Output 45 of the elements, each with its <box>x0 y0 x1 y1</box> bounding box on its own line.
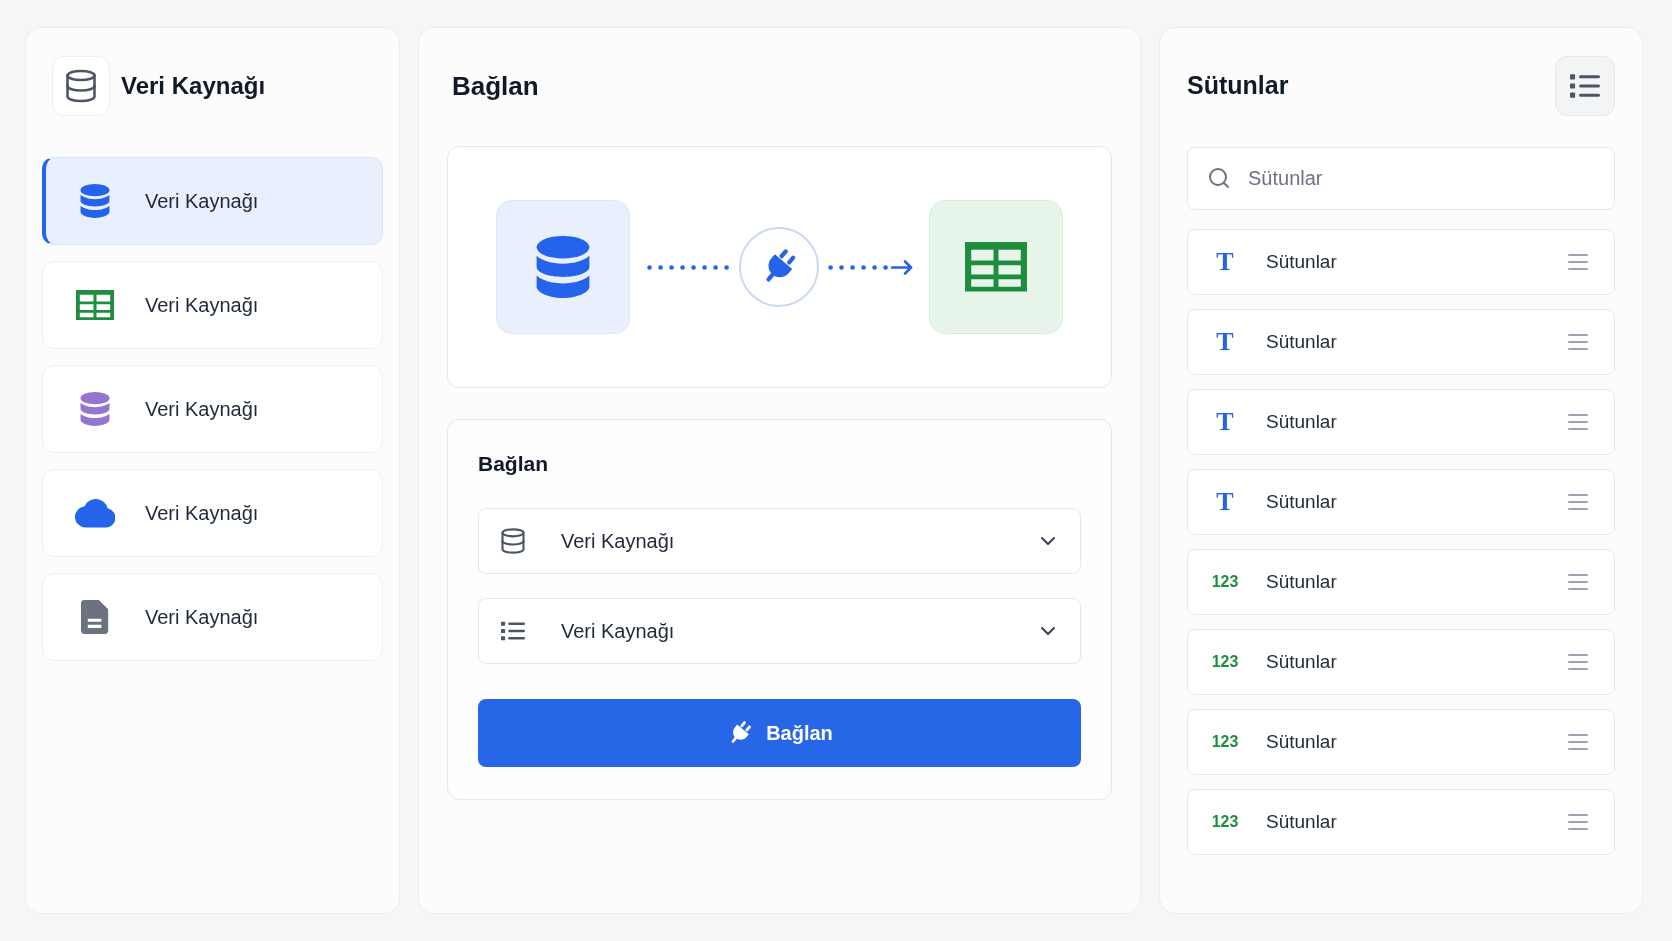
data-source-item[interactable]: Veri Kaynağı <box>42 157 383 245</box>
type-label: 123 <box>1211 654 1239 670</box>
database-icon <box>499 527 527 555</box>
column-item[interactable]: T Sütunlar <box>1187 469 1615 535</box>
drag-handle-icon[interactable] <box>1568 814 1588 830</box>
column-item[interactable]: T Sütunlar <box>1187 309 1615 375</box>
drag-handle-icon[interactable] <box>1568 574 1588 590</box>
column-item[interactable]: 123 Sütunlar <box>1187 709 1615 775</box>
drag-handle-icon[interactable] <box>1568 334 1588 350</box>
data-source-item[interactable]: Veri Kaynağı <box>42 469 383 557</box>
spreadsheet-icon <box>929 200 1063 334</box>
database-icon <box>52 56 110 116</box>
data-source-item[interactable]: Veri Kaynağı <box>42 365 383 453</box>
search-field[interactable]: Sütunlar <box>1187 147 1615 210</box>
list-view-button[interactable] <box>1555 56 1615 116</box>
search-icon <box>1207 166 1231 190</box>
type-label: T <box>1216 329 1234 355</box>
column-item[interactable]: 123 Sütunlar <box>1187 549 1615 615</box>
drag-handle-icon[interactable] <box>1568 734 1588 750</box>
drag-handle-icon[interactable] <box>1568 494 1588 510</box>
form-title: Bağlan <box>478 451 548 477</box>
type-label: T <box>1216 409 1234 435</box>
drag-handle-icon[interactable] <box>1568 254 1588 270</box>
column-item[interactable]: T Sütunlar <box>1187 389 1615 455</box>
connect-button[interactable]: Bağlan <box>478 699 1081 767</box>
type-label: T <box>1216 489 1234 515</box>
drag-handle-icon[interactable] <box>1568 654 1588 670</box>
panel-title: Sütunlar <box>1187 70 1289 102</box>
sidebar-title: Veri Kaynağı <box>121 71 266 101</box>
column-item[interactable]: 123 Sütunlar <box>1187 629 1615 695</box>
data-source-item[interactable]: Veri Kaynağı <box>42 261 383 349</box>
drag-handle-icon[interactable] <box>1568 414 1588 430</box>
type-label: T <box>1216 249 1234 275</box>
list-icon <box>501 621 525 641</box>
type-label: 123 <box>1211 574 1239 590</box>
dropdown[interactable]: Veri Kaynağı <box>478 598 1081 664</box>
panel-title: Bağlan <box>452 69 539 103</box>
type-label: 123 <box>1211 734 1239 750</box>
database-icon <box>496 200 630 334</box>
type-label: 123 <box>1211 814 1239 830</box>
column-item[interactable]: T Sütunlar <box>1187 229 1615 295</box>
dropdown[interactable]: Veri Kaynağı <box>478 508 1081 574</box>
column-item[interactable]: 123 Sütunlar <box>1187 789 1615 855</box>
list-icon <box>1570 73 1600 99</box>
data-source-item[interactable]: Veri Kaynağı <box>42 573 383 661</box>
